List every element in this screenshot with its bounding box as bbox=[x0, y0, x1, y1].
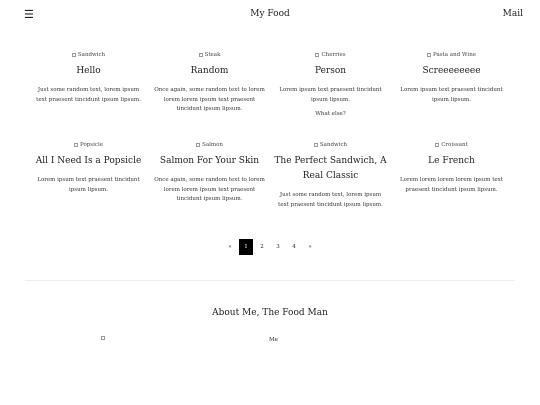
food-image: Croissant bbox=[393, 140, 510, 149]
about-heading: About Me, The Food Man bbox=[212, 308, 328, 318]
food-card: Sandwich The Perfect Sandwich, A Real Cl… bbox=[272, 140, 389, 230]
food-image: Cherries bbox=[272, 50, 389, 59]
card-description: Once again, some random text to lorem lo… bbox=[154, 87, 265, 112]
section-divider bbox=[25, 280, 515, 281]
food-card: Cherries Person Lorem ipsum text praesen… bbox=[272, 50, 389, 140]
card-description: Just some random text, lorem ipsum text … bbox=[36, 87, 141, 103]
food-image: Salmon bbox=[151, 140, 268, 149]
pagination-prev[interactable]: « bbox=[223, 239, 237, 255]
card-title: Salmon For Your Skin bbox=[159, 156, 260, 166]
card-description: Lorem ipsum text praesent tincidunt ipsu… bbox=[37, 177, 140, 193]
food-card: Sandwich Hello Just some random text, lo… bbox=[30, 50, 147, 140]
card-title: Person bbox=[314, 66, 347, 76]
pagination-next[interactable]: » bbox=[303, 239, 317, 255]
page-link-4[interactable]: 4 bbox=[287, 239, 301, 255]
card-description: Just some random text, lorem ipsum text … bbox=[278, 192, 383, 208]
card-title: Screeeeeeee bbox=[422, 66, 481, 76]
food-image: Sandwich bbox=[30, 50, 147, 59]
card-description: Once again, some random text to lorem lo… bbox=[154, 177, 265, 202]
food-card: Steak Random Once again, some random tex… bbox=[151, 50, 268, 140]
card-title: All I Need Is a Popsicle bbox=[35, 156, 142, 166]
about-section: Me bbox=[0, 336, 540, 346]
food-card: Salmon Salmon For Your Skin Once again, … bbox=[151, 140, 268, 230]
broken-image-icon bbox=[315, 52, 320, 57]
card-title: Hello bbox=[76, 66, 101, 76]
broken-image-icon bbox=[435, 142, 440, 147]
food-card: Popsicle All I Need Is a Popsicle Lorem … bbox=[30, 140, 147, 230]
card-title: Random bbox=[190, 66, 229, 76]
page-link-3[interactable]: 3 bbox=[271, 239, 285, 255]
broken-image-icon bbox=[71, 52, 76, 57]
pagination: « 1 2 3 4 » bbox=[0, 239, 540, 255]
card-description: Lorem ipsum text praesent tincidunt ipsu… bbox=[279, 87, 382, 103]
broken-image-icon bbox=[196, 142, 201, 147]
about-image-alt: Me bbox=[269, 337, 278, 343]
page-title: My Food bbox=[250, 9, 290, 19]
broken-image-icon bbox=[74, 142, 78, 147]
food-image: Steak bbox=[151, 50, 268, 59]
card-description: Lorem lorem lorem lorem ipsum text praes… bbox=[400, 177, 503, 193]
food-image: Sandwich bbox=[272, 140, 389, 149]
food-image: Popsicle bbox=[30, 140, 147, 149]
card-title: The Perfect Sandwich, A Real Classic bbox=[274, 156, 387, 181]
card-description: Lorem ipsum text praesent tincidunt ipsu… bbox=[400, 87, 503, 103]
food-grid: Sandwich Hello Just some random text, lo… bbox=[30, 50, 510, 230]
broken-image-icon bbox=[427, 52, 431, 57]
food-image: Pasta and Wine bbox=[393, 50, 510, 59]
food-card: Pasta and Wine Screeeeeeee Lorem ipsum t… bbox=[393, 50, 510, 140]
page-link-2[interactable]: 2 bbox=[255, 239, 269, 255]
broken-image-icon bbox=[198, 52, 203, 57]
top-bar: ☰ My Food Mail bbox=[0, 0, 540, 28]
card-title: Le French bbox=[428, 156, 475, 166]
broken-image-icon bbox=[313, 142, 318, 147]
page-link-1[interactable]: 1 bbox=[239, 239, 253, 255]
broken-image-icon bbox=[101, 336, 105, 340]
card-extra-text: What else? bbox=[315, 111, 346, 117]
food-card: Croissant Le French Lorem lorem lorem lo… bbox=[393, 140, 510, 230]
